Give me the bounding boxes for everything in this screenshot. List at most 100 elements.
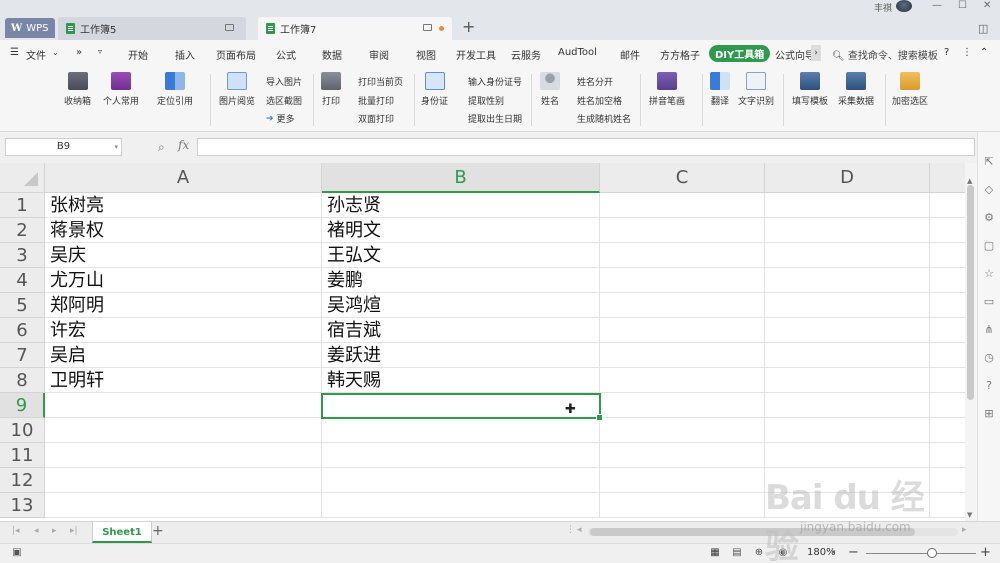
- cell-e12[interactable]: [930, 468, 965, 493]
- cell-e3[interactable]: [930, 243, 965, 268]
- id-card-button[interactable]: 身份证: [421, 66, 448, 107]
- cell-b3[interactable]: 王弘文: [322, 243, 600, 268]
- last-sheet-icon[interactable]: ▸|: [70, 526, 78, 536]
- cell-d1[interactable]: [765, 193, 930, 218]
- macro-record-icon[interactable]: ▣: [10, 547, 24, 559]
- cell-d12[interactable]: [765, 468, 930, 493]
- help-icon[interactable]: ?: [944, 47, 949, 58]
- scroll-left-icon[interactable]: ◂: [577, 525, 582, 535]
- horizontal-scrollbar[interactable]: [588, 528, 958, 536]
- cell-a10[interactable]: [45, 418, 322, 443]
- menu-formula[interactable]: 公式: [276, 47, 296, 62]
- chevron-down-icon[interactable]: ▾: [114, 139, 118, 155]
- page-layout-view-icon[interactable]: ▤: [730, 547, 744, 559]
- window-mode-icon[interactable]: ◫: [978, 22, 988, 35]
- apps-grid-icon[interactable]: ⊞: [983, 408, 995, 420]
- cell-b8[interactable]: 韩天赐: [322, 368, 600, 393]
- tab-workbook-7[interactable]: 工作簿7: [258, 17, 452, 40]
- row-header-4[interactable]: 4: [0, 268, 45, 293]
- name-box[interactable]: B9 ▾: [5, 138, 122, 156]
- scroll-up-icon[interactable]: ▲: [967, 177, 972, 185]
- cell-b1[interactable]: 孙志贤: [322, 193, 600, 218]
- cell-b6[interactable]: 宿吉斌: [322, 318, 600, 343]
- cell-e5[interactable]: [930, 293, 965, 318]
- reading-mode-icon[interactable]: ◉: [776, 547, 790, 559]
- row-header-1[interactable]: 1: [0, 193, 45, 218]
- cell-e7[interactable]: [930, 343, 965, 368]
- hamburger-icon[interactable]: ☰: [10, 47, 19, 58]
- cell-a13[interactable]: [45, 493, 322, 518]
- region-screenshot-button[interactable]: 选区截图: [266, 94, 302, 107]
- column-header-d[interactable]: D: [765, 163, 930, 193]
- cell-a9[interactable]: [45, 393, 322, 418]
- cell-a1[interactable]: 张树亮: [45, 193, 322, 218]
- menu-page-layout[interactable]: 页面布局: [216, 47, 256, 62]
- page-break-view-icon[interactable]: ⊕: [752, 547, 766, 559]
- shapes-icon[interactable]: ◇: [983, 184, 995, 196]
- extract-gender-button[interactable]: 提取性别: [468, 94, 504, 107]
- cell-b11[interactable]: [322, 443, 600, 468]
- tab-workbook-5[interactable]: 工作簿5: [58, 17, 246, 40]
- menu-formula-wizard[interactable]: 公式向导: [775, 47, 811, 62]
- cell-e1[interactable]: [930, 193, 965, 218]
- cell-e10[interactable]: [930, 418, 965, 443]
- pinyin-stroke-button[interactable]: 拼音笔画: [649, 66, 685, 107]
- history-icon[interactable]: ◷: [983, 352, 995, 364]
- zoom-slider-knob[interactable]: [927, 548, 937, 558]
- cell-c6[interactable]: [600, 318, 765, 343]
- cell-b7[interactable]: 姜跃进: [322, 343, 600, 368]
- zoom-magnifier-icon[interactable]: ⌕: [158, 140, 165, 155]
- row-header-7[interactable]: 7: [0, 343, 45, 368]
- cell-d9[interactable]: [765, 393, 930, 418]
- column-header-c[interactable]: C: [600, 163, 765, 193]
- cell-a4[interactable]: 尤万山: [45, 268, 322, 293]
- zoom-slider-track[interactable]: [866, 553, 976, 554]
- username[interactable]: 丰祺: [874, 1, 892, 14]
- next-sheet-icon[interactable]: ▸: [52, 526, 57, 536]
- split-name-button[interactable]: 姓名分开: [577, 75, 613, 88]
- cell-b5[interactable]: 吴鸿煊: [322, 293, 600, 318]
- active-cell-selection[interactable]: [321, 393, 603, 421]
- print-button[interactable]: 打印: [321, 66, 341, 107]
- ocr-button[interactable]: 文字识别: [738, 66, 774, 107]
- cell-a11[interactable]: [45, 443, 322, 468]
- cell-c5[interactable]: [600, 293, 765, 318]
- maximize-icon[interactable]: ☐: [958, 0, 967, 11]
- menu-developer[interactable]: 开发工具: [456, 47, 496, 62]
- row-header-8[interactable]: 8: [0, 368, 45, 393]
- menu-audtool[interactable]: AudTool: [558, 47, 597, 58]
- collapse-ribbon-icon[interactable]: ⌃: [980, 47, 988, 58]
- cell-c9[interactable]: [600, 393, 765, 418]
- cell-b13[interactable]: [322, 493, 600, 518]
- generate-random-name-button[interactable]: 生成随机姓名: [577, 112, 631, 125]
- new-tab-button[interactable]: +: [462, 17, 475, 36]
- chevron-down-icon[interactable]: ⌄: [52, 48, 59, 57]
- cell-d8[interactable]: [765, 368, 930, 393]
- cell-c4[interactable]: [600, 268, 765, 293]
- receive-box-button[interactable]: 收纳箱: [64, 66, 91, 107]
- cell-a7[interactable]: 吴启: [45, 343, 322, 368]
- add-sheet-button[interactable]: +: [152, 523, 164, 539]
- extract-birthdate-button[interactable]: 提取出生日期: [468, 112, 522, 125]
- share-icon[interactable]: ⋔: [983, 324, 995, 336]
- formula-input[interactable]: [197, 138, 975, 156]
- name-button[interactable]: 姓名: [540, 66, 560, 107]
- cell-b2[interactable]: 褚明文: [322, 218, 600, 243]
- cell-a5[interactable]: 郑阿明: [45, 293, 322, 318]
- fill-template-button[interactable]: 填写模板: [792, 66, 828, 107]
- monitor-icon[interactable]: [423, 24, 432, 31]
- minimize-icon[interactable]: —: [932, 0, 942, 11]
- horizontal-scroll-thumb[interactable]: [590, 528, 915, 536]
- quick-access-down-icon[interactable]: ▿: [98, 47, 102, 56]
- cell-b10[interactable]: [322, 418, 600, 443]
- more-icon[interactable]: ⋮: [962, 47, 972, 58]
- star-icon[interactable]: ☆: [983, 268, 995, 280]
- first-sheet-icon[interactable]: |◂: [12, 526, 20, 536]
- cell-b4[interactable]: 姜鹏: [322, 268, 600, 293]
- cell-c11[interactable]: [600, 443, 765, 468]
- locate-reference-button[interactable]: 定位引用: [157, 66, 193, 107]
- cell-a2[interactable]: 蒋景权: [45, 218, 322, 243]
- zoom-dropdown-icon[interactable]: ▾: [832, 548, 836, 556]
- cell-d5[interactable]: [765, 293, 930, 318]
- row-header-11[interactable]: 11: [0, 443, 45, 468]
